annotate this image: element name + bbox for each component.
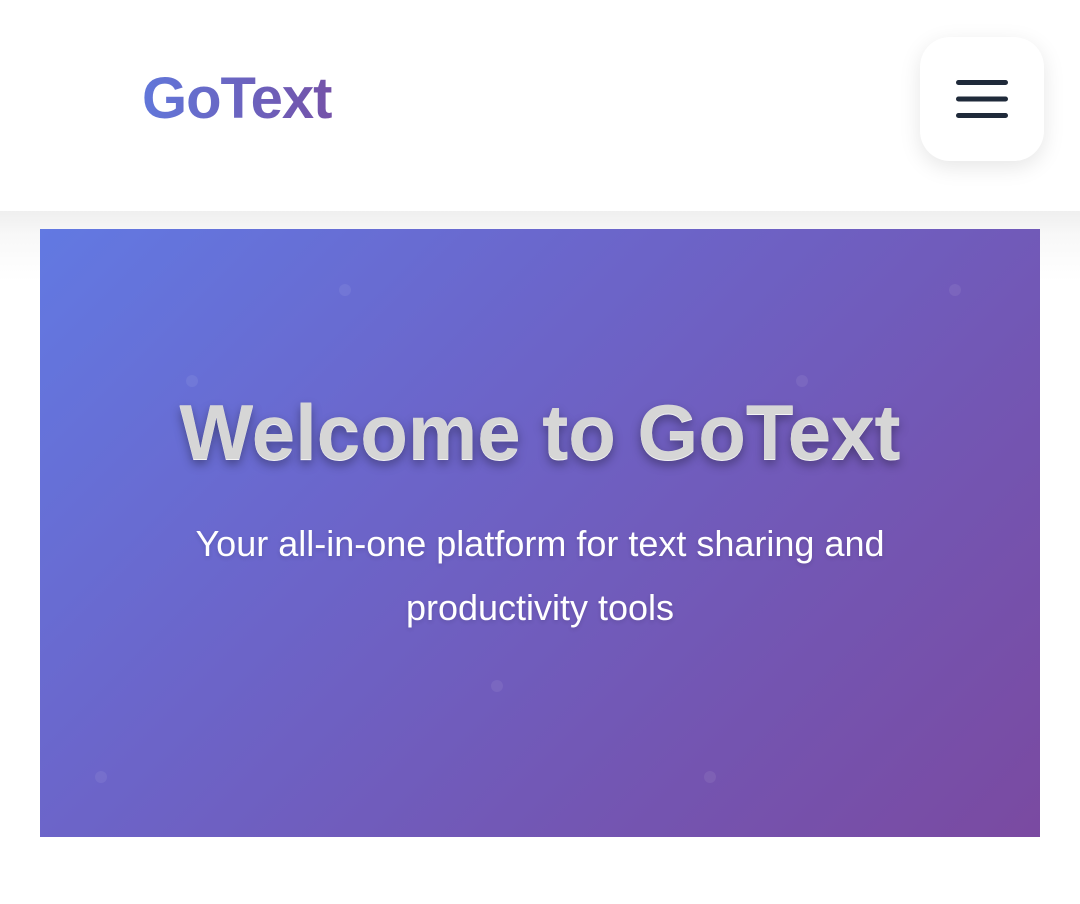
hero-banner: Welcome to GoText Your all-in-one platfo… [40,229,1040,837]
site-header: GoText [0,0,1080,211]
hero-subtitle: Your all-in-one platform for text sharin… [195,523,885,628]
decorative-dot [339,284,351,296]
decorative-dot [95,771,107,783]
decorative-dot [796,375,808,387]
hero-title: Welcome to GoText [179,388,901,476]
hamburger-menu-icon [956,79,1008,119]
decorative-dot [704,771,716,783]
menu-button[interactable] [920,37,1044,161]
decorative-dot [949,284,961,296]
decorative-dot [491,680,503,692]
decorative-dot [186,375,198,387]
logo[interactable]: GoText [142,66,332,132]
